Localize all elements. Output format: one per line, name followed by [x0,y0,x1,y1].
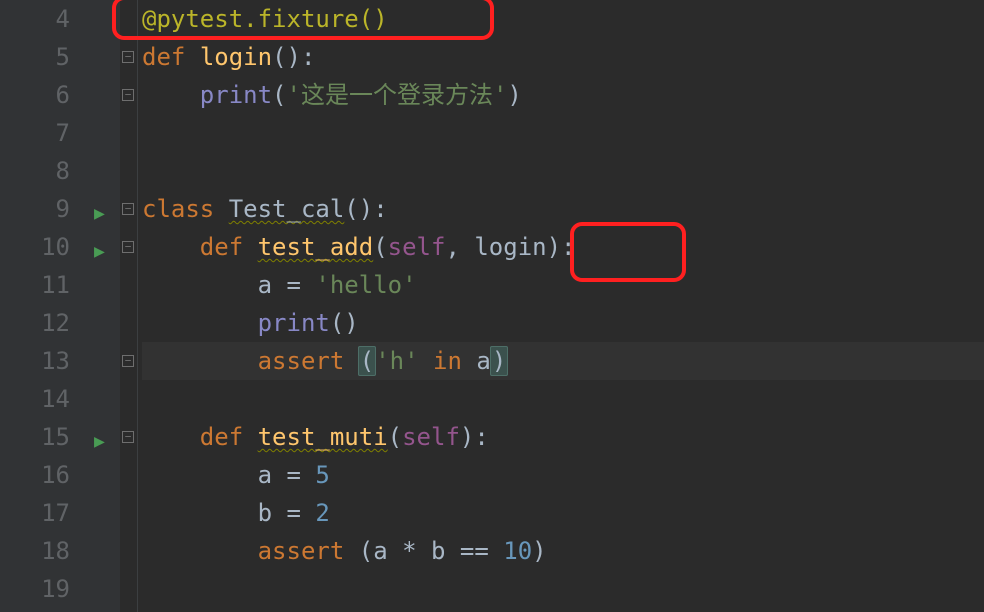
code-editor[interactable]: 4 5 6 7 8 9 10 11 12 13 14 15 16 17 18 1… [0,0,984,612]
code-line[interactable] [142,570,984,608]
code-line[interactable]: assert (a * b == 10) [142,532,984,570]
code-line-current[interactable]: assert ('h' in a) [142,342,984,380]
fold-toggle-icon[interactable]: − [122,51,134,63]
run-marker-gutter: ▶ ▶ ▶ [92,0,120,612]
line-number: 11 [0,266,70,304]
code-line[interactable]: print() [142,304,984,342]
line-number: 8 [0,152,70,190]
line-number: 9 [0,190,70,228]
line-number: 13 [0,342,70,380]
paren-match: ) [490,346,508,376]
code-line[interactable]: def test_add(self, login): [142,228,984,266]
fold-gutter: − − − − − − [120,0,138,612]
line-number: 6 [0,76,70,114]
line-number: 19 [0,570,70,608]
code-line[interactable]: a = 5 [142,456,984,494]
line-number: 4 [0,0,70,38]
code-line[interactable] [142,114,984,152]
code-line[interactable] [142,152,984,190]
run-test-icon[interactable]: ▶ [94,195,105,233]
run-test-icon[interactable]: ▶ [94,423,105,461]
code-line[interactable]: def login(): [142,38,984,76]
line-number-gutter: 4 5 6 7 8 9 10 11 12 13 14 15 16 17 18 1… [0,0,92,612]
line-number: 16 [0,456,70,494]
run-test-icon[interactable]: ▶ [94,233,105,271]
fold-toggle-icon[interactable]: − [122,241,134,253]
line-number: 12 [0,304,70,342]
line-number: 7 [0,114,70,152]
fold-toggle-icon[interactable]: − [122,431,134,443]
code-line[interactable]: @pytest.fixture() [142,0,984,38]
code-line[interactable] [142,380,984,418]
line-number: 17 [0,494,70,532]
line-number: 10 [0,228,70,266]
code-line[interactable]: class Test_cal(): [142,190,984,228]
code-line[interactable]: a = 'hello' [142,266,984,304]
line-number: 18 [0,532,70,570]
code-line[interactable]: print('这是一个登录方法') [142,76,984,114]
code-line[interactable]: b = 2 [142,494,984,532]
line-number: 14 [0,380,70,418]
fold-toggle-icon[interactable]: − [122,89,134,101]
decorator: @pytest.fixture() [142,5,388,33]
paren-match: ( [358,346,376,376]
fold-toggle-icon[interactable]: − [122,355,134,367]
line-number: 15 [0,418,70,456]
code-area[interactable]: @pytest.fixture() def login(): print('这是… [138,0,984,612]
code-line[interactable]: def test_muti(self): [142,418,984,456]
fold-toggle-icon[interactable]: − [122,203,134,215]
line-number: 5 [0,38,70,76]
